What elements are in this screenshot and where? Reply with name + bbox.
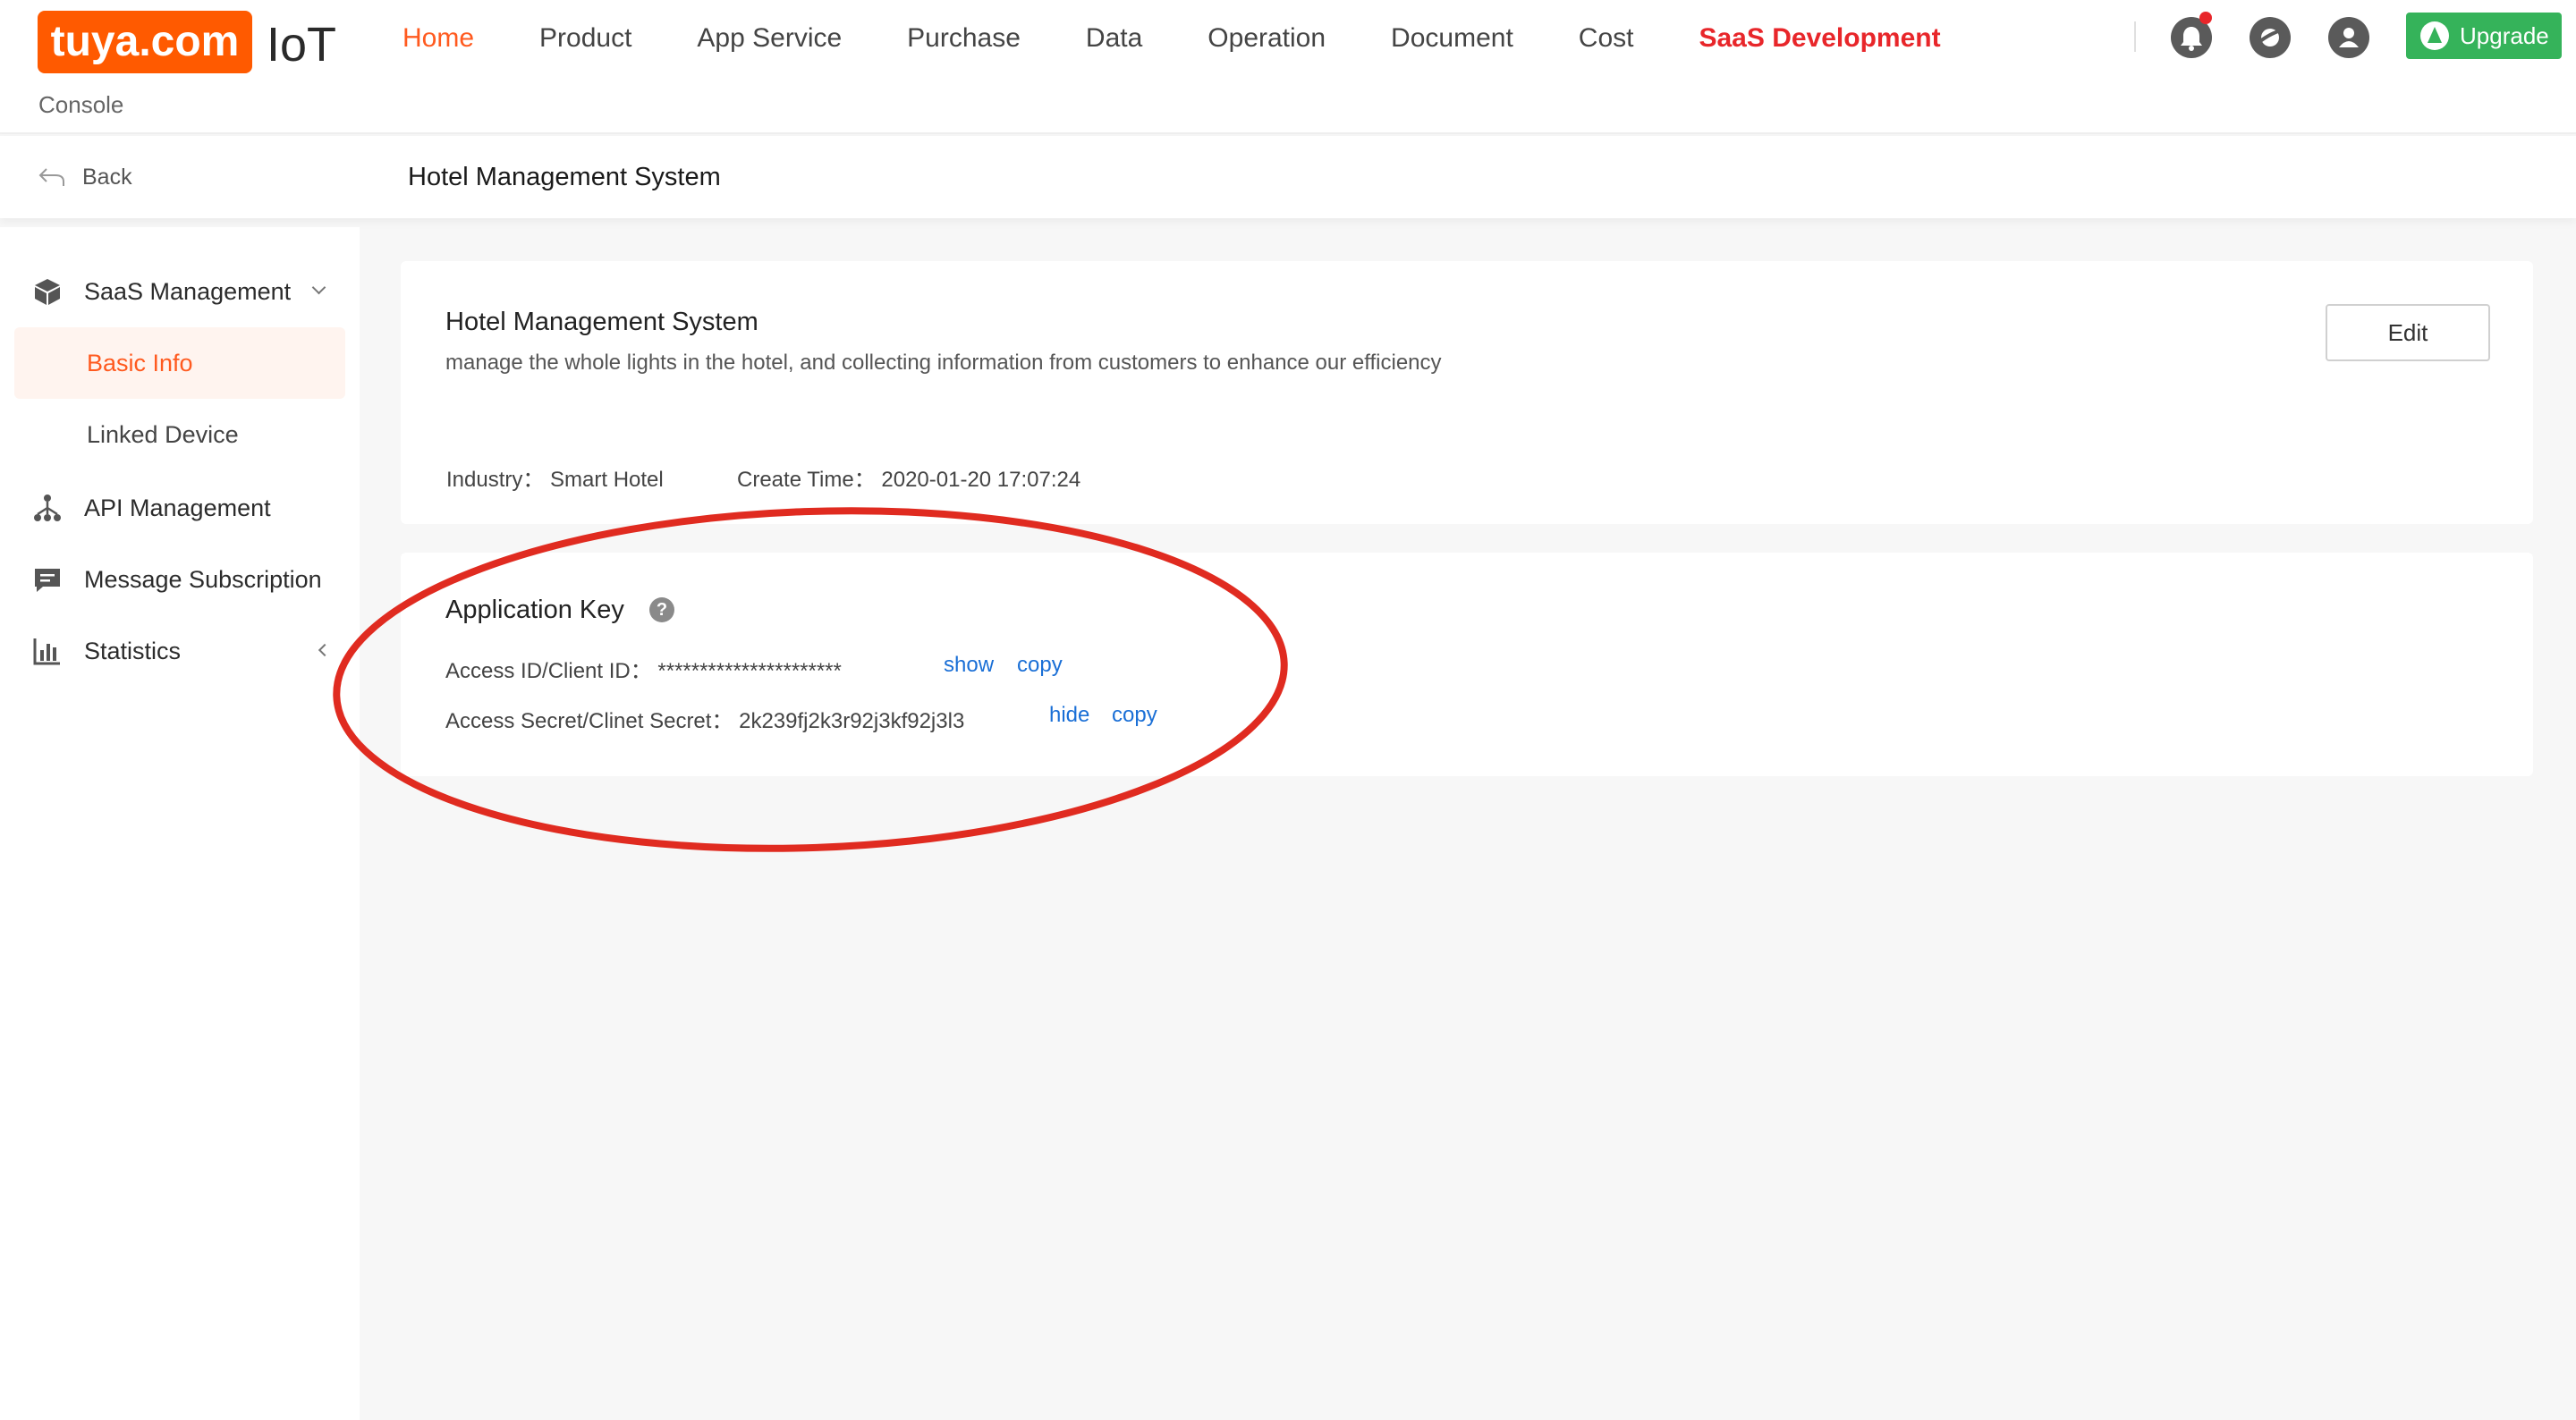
- basic-info-card: Hotel Management System manage the whole…: [401, 261, 2533, 524]
- collapse-sidebar-icon[interactable]: [318, 643, 332, 657]
- nav-cost[interactable]: Cost: [1579, 23, 1634, 54]
- sidebar-item-label: Message Subscription: [84, 565, 322, 593]
- application-key-title: Application Key: [445, 596, 624, 624]
- top-bar: tuya.com IoT Console Home Product App Se…: [0, 0, 2576, 134]
- sidebar-item-linked-device[interactable]: Linked Device: [0, 401, 360, 469]
- chevron-down-icon: [311, 280, 326, 295]
- sidebar-item-label: SaaS Management: [84, 277, 292, 305]
- back-arrow-icon: [38, 168, 64, 186]
- user-icon[interactable]: [2328, 17, 2369, 58]
- create-time-field: Create Time： 2020-01-20 17:07:24: [737, 468, 1081, 492]
- nav-home[interactable]: Home: [402, 23, 474, 54]
- nav-divider: [2134, 21, 2136, 52]
- sidebar-item-label: Linked Device: [87, 420, 239, 448]
- planet-icon[interactable]: [2250, 17, 2291, 58]
- sidebar-item-label: Statistics: [84, 637, 182, 664]
- box-icon: [35, 279, 60, 305]
- product-name: IoT: [267, 18, 337, 72]
- sidebar-item-statistics[interactable]: Statistics: [0, 617, 360, 685]
- nav-data[interactable]: Data: [1086, 23, 1142, 54]
- show-access-id-link[interactable]: show: [944, 653, 994, 678]
- upgrade-button[interactable]: Upgrade: [2406, 13, 2562, 59]
- console-label: Console: [38, 91, 124, 118]
- sidebar-item-label: Basic Info: [87, 349, 193, 376]
- back-button[interactable]: Back: [38, 136, 132, 218]
- notification-dot: [2199, 12, 2212, 24]
- application-key-card: Application Key ? Access ID/Client ID： *…: [401, 553, 2533, 776]
- sidebar-item-api-management[interactable]: API Management: [0, 474, 360, 542]
- back-label: Back: [82, 164, 132, 190]
- copy-access-id-link[interactable]: copy: [1017, 653, 1063, 678]
- bell-icon[interactable]: [2171, 12, 2212, 58]
- bar-chart-icon: [33, 638, 60, 665]
- sidebar-item-label: API Management: [84, 494, 271, 521]
- help-icon[interactable]: ?: [649, 597, 674, 622]
- nav-product[interactable]: Product: [539, 23, 631, 54]
- sub-header: Back Hotel Management System: [0, 136, 2576, 218]
- access-id-field: Access ID/Client ID： *******************…: [445, 659, 842, 683]
- edit-button[interactable]: Edit: [2326, 304, 2490, 361]
- tuya-logo[interactable]: tuya.com: [38, 11, 252, 73]
- page-title: Hotel Management System: [408, 163, 721, 191]
- upgrade-label: Upgrade: [2460, 21, 2549, 49]
- access-secret-field: Access Secret/Clinet Secret： 2k239fj2k3r…: [445, 709, 965, 733]
- message-icon: [35, 569, 60, 592]
- sidebar-item-saas-management[interactable]: SaaS Management: [0, 258, 360, 325]
- main-nav: Home Product App Service Purchase Data O…: [402, 0, 2006, 77]
- nav-app-service[interactable]: App Service: [697, 23, 842, 54]
- nav-document[interactable]: Document: [1391, 23, 1513, 54]
- hierarchy-icon: [34, 494, 61, 521]
- industry-field: Industry： Smart Hotel: [446, 468, 664, 492]
- copy-access-secret-link[interactable]: copy: [1112, 703, 1157, 728]
- nav-saas-development[interactable]: SaaS Development: [1699, 23, 1940, 54]
- upgrade-arrow-icon: [2420, 21, 2449, 50]
- sidebar-item-message-subscription[interactable]: Message Subscription: [0, 545, 360, 613]
- nav-operation[interactable]: Operation: [1208, 23, 1326, 54]
- nav-purchase[interactable]: Purchase: [907, 23, 1021, 54]
- sidebar: SaaS Management Basic Info Linked Device…: [0, 227, 360, 1420]
- hide-access-secret-link[interactable]: hide: [1049, 703, 1089, 728]
- system-description: manage the whole lights in the hotel, an…: [445, 351, 1442, 375]
- sidebar-item-basic-info[interactable]: Basic Info: [0, 329, 360, 397]
- system-title: Hotel Management System: [445, 308, 758, 336]
